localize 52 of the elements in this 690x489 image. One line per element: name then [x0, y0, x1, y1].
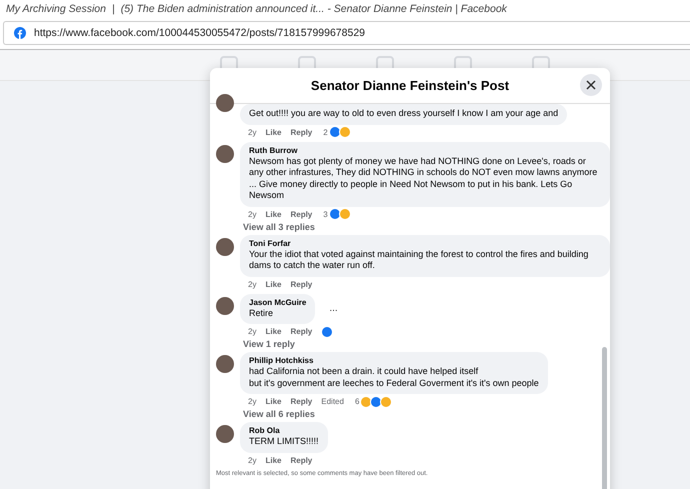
comment-time[interactable]: 2y	[248, 327, 256, 336]
close-icon	[586, 80, 596, 90]
comment-author[interactable]: Rob Ola	[249, 426, 319, 435]
title-separator: |	[112, 3, 115, 15]
more-options[interactable]: ...	[329, 303, 338, 314]
comment-author[interactable]: Toni Forfar	[249, 238, 601, 248]
avatar[interactable]	[216, 144, 234, 162]
reaction-count[interactable]: 6	[354, 397, 360, 406]
comment-time[interactable]: 2y	[248, 280, 256, 288]
comment-time[interactable]: 2y	[248, 210, 256, 218]
comment-text: Retire	[249, 308, 274, 319]
comment-text: Newsom has got plenty of money we have had NOTHING done on Levee's, roads or any other infrastures, They did NOTHING in schools do NOT even mow lawns anymore ... Give money directly to people in Need Not Newsom to put in his bank. Lets Go Newsom	[249, 156, 598, 202]
comment-author[interactable]: Ruth Burrow	[249, 146, 601, 154]
reaction-count[interactable]: 2	[323, 128, 328, 136]
reply-link[interactable]: Reply	[290, 397, 312, 406]
edited-label: Edited	[321, 397, 344, 406]
avatar[interactable]	[216, 238, 234, 256]
close-button[interactable]	[580, 74, 602, 96]
comment-time[interactable]: 2y	[248, 128, 256, 136]
facebook-logo-icon	[14, 27, 26, 39]
like-link[interactable]: Like	[265, 327, 282, 336]
comment-text: TERM LIMITS!!!!!	[249, 436, 319, 448]
like-link[interactable]: Like	[265, 456, 282, 464]
avatar[interactable]	[216, 296, 234, 314]
reaction-count[interactable]: 3	[323, 210, 328, 218]
url-field[interactable]: https://www.facebook.com/100044530055472/posts/718157999678529	[3, 21, 690, 45]
reply-link[interactable]: Reply	[290, 280, 312, 288]
avatar[interactable]	[216, 425, 234, 443]
like-link[interactable]: Like	[265, 128, 282, 136]
comment-text: had California not been a drain. it could have helped itself but it's government are leeches to Federal Goverment it's it's own people	[249, 366, 539, 389]
scrollbar[interactable]	[602, 347, 607, 489]
dialog-title: Senator Dianne Feinstein's Post	[310, 78, 510, 93]
like-link[interactable]: Like	[265, 397, 282, 406]
avatar[interactable]	[216, 355, 234, 373]
page-title: (5) The Biden administration announced it... - Senator Dianne Feinstein | Facebook	[120, 3, 507, 15]
reply-link[interactable]: Reply	[290, 456, 312, 464]
reply-link[interactable]: Reply	[290, 327, 312, 336]
session-name: My Archiving Session	[6, 3, 106, 15]
like-link[interactable]: Like	[265, 280, 282, 288]
view-replies-link[interactable]: View all 6 replies	[243, 409, 315, 419]
view-replies-link[interactable]: View all 3 replies	[243, 222, 315, 232]
comment-author[interactable]: Jason McGuire	[249, 298, 306, 306]
comment-text: Your the idiot that voted against maintaining the forest to control the fires and building dams to catch the water run off.	[249, 248, 590, 272]
like-link[interactable]: Like	[265, 210, 282, 218]
comment-time[interactable]: 2y	[248, 456, 256, 464]
view-replies-link[interactable]: View 1 reply	[243, 339, 295, 349]
avatar[interactable]	[216, 94, 234, 112]
comment-text: Get out!!!! you are way to old to even dress yourself I know I am your age and	[249, 108, 558, 120]
reply-link[interactable]: Reply	[290, 210, 312, 218]
comment-time[interactable]: 2y	[248, 397, 256, 406]
reply-link[interactable]: Reply	[290, 128, 312, 136]
comment-author[interactable]: Phillip Hotchkiss	[249, 356, 539, 365]
